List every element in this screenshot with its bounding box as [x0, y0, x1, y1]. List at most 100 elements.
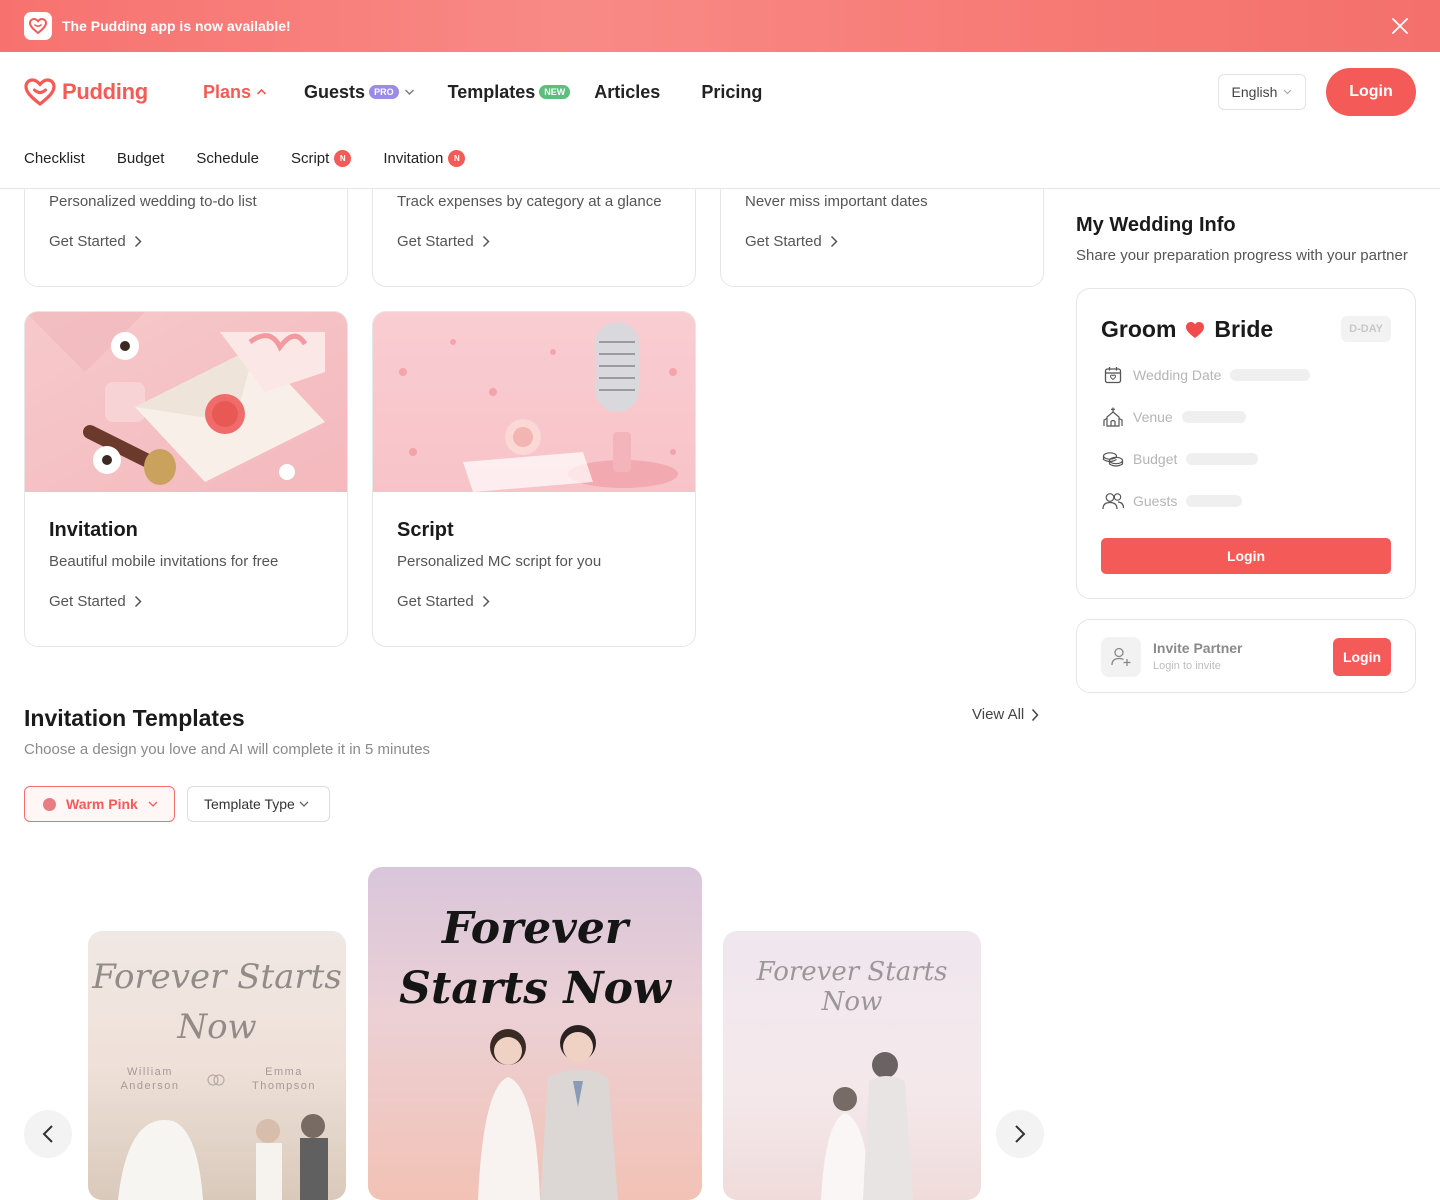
coins-icon: [1101, 447, 1125, 471]
invite-partner-label: Invite Partner: [1153, 640, 1243, 656]
template-type-dropdown[interactable]: Template Type: [187, 786, 330, 822]
wedding-date-label: Wedding Date: [1133, 367, 1222, 383]
invitation-envelope-image: [25, 312, 347, 492]
language-select[interactable]: English: [1218, 74, 1306, 110]
get-started-link[interactable]: Get Started: [745, 233, 838, 250]
template-title: Forever Starts Now: [756, 957, 948, 1017]
get-started-link[interactable]: Get Started: [397, 233, 490, 250]
bride-last-name: Thompson: [252, 1080, 316, 1092]
chapel-icon: [1101, 405, 1125, 429]
bride-first-name: Emma: [265, 1066, 303, 1078]
view-all-label: View All: [972, 706, 1025, 723]
get-started-link[interactable]: Get Started: [49, 233, 142, 250]
cta-label: Get Started: [49, 233, 126, 250]
close-icon[interactable]: [1388, 14, 1412, 38]
skeleton-placeholder: [1186, 495, 1243, 507]
get-started-link[interactable]: Get Started: [397, 593, 490, 610]
subnav-budget-label: Budget: [116, 150, 165, 167]
chevron-right-icon: [134, 595, 142, 608]
template-type-label: Template Type: [204, 796, 295, 812]
color-filter-label: Warm Pink: [66, 796, 138, 812]
chevron-right-icon: [830, 235, 838, 248]
template-card-featured[interactable]: Forever Starts Now: [368, 867, 702, 1200]
calendar-icon: [1101, 363, 1125, 387]
chevron-down-icon: [299, 801, 309, 807]
bride-name: Emma Thompson: [252, 1065, 316, 1093]
pro-badge: PRO: [369, 85, 399, 99]
chevron-down-icon: [148, 801, 158, 807]
nav-plans[interactable]: Plans: [203, 80, 267, 104]
cta-label: Get Started: [49, 593, 126, 610]
couple-names: Groom Bride: [1101, 316, 1273, 343]
dday-badge: D-DAY: [1341, 316, 1391, 342]
subnav-schedule[interactable]: Schedule: [196, 150, 259, 167]
cta-label: Get Started: [745, 233, 822, 250]
login-button[interactable]: Login: [1101, 538, 1391, 574]
brand-logo[interactable]: Pudding: [24, 78, 148, 106]
subnav-checklist[interactable]: Checklist: [24, 150, 85, 167]
chevron-right-icon: [1032, 708, 1039, 721]
brand-name: Pudding: [62, 79, 148, 104]
heart-logo-icon: [24, 78, 56, 106]
nav-pricing-label: Pricing: [701, 81, 763, 102]
template-card[interactable]: Forever Starts Now: [723, 931, 981, 1200]
chevron-right-icon: [482, 235, 490, 248]
budget-label: Budget: [1133, 451, 1178, 467]
carousel-prev-button[interactable]: [24, 1110, 72, 1158]
app-banner: The Pudding app is now available!: [0, 0, 1440, 52]
add-user-icon: [1101, 637, 1141, 677]
nav-articles[interactable]: Articles: [594, 80, 660, 104]
info-row-budget: Budget: [1101, 447, 1259, 471]
nav-templates[interactable]: Templates NEW: [448, 80, 571, 104]
new-badge: NEW: [539, 85, 571, 99]
template-card[interactable]: Forever Starts Now William Anderson Emma T…: [88, 931, 346, 1200]
groom-name: William Anderson: [120, 1065, 180, 1093]
pudding-logo-icon: [24, 12, 52, 40]
sub-nav: Checklist Budget Schedule Script N Invita…: [24, 150, 497, 167]
invite-hint: Login to invite: [1153, 660, 1221, 672]
nav-guests-label: Guests: [304, 81, 366, 102]
carousel-next-button[interactable]: [996, 1110, 1044, 1158]
bride-label: Bride: [1214, 316, 1274, 342]
login-button[interactable]: Login: [1326, 68, 1416, 116]
cta-label: Get Started: [397, 593, 474, 610]
subnav-script-label: Script: [290, 150, 330, 167]
section-title: Invitation Templates: [24, 705, 245, 731]
chevron-right-icon: [134, 235, 142, 248]
card-desc: Beautiful mobile invitations for free: [49, 553, 279, 570]
skeleton-placeholder: [1186, 453, 1259, 465]
skeleton-placeholder: [1181, 411, 1246, 423]
get-started-link[interactable]: Get Started: [49, 593, 142, 610]
chevron-down-icon: [404, 89, 414, 95]
section-subtitle: Choose a design you love and AI will com…: [24, 741, 431, 758]
nav-pricing[interactable]: Pricing: [701, 80, 762, 104]
feature-card-invitation[interactable]: Invitation Beautiful mobile invitations …: [24, 311, 348, 647]
invite-login-button[interactable]: Login: [1333, 638, 1391, 676]
view-all-link[interactable]: View All: [972, 706, 1039, 723]
new-dot-badge: N: [448, 150, 466, 167]
subnav-script[interactable]: Script N: [290, 150, 352, 167]
new-dot-badge: N: [334, 150, 352, 167]
color-filter-dropdown[interactable]: Warm Pink: [24, 786, 175, 822]
subnav-invitation[interactable]: Invitation N: [383, 150, 466, 167]
card-desc: Personalized wedding to-do list: [49, 193, 257, 210]
banner-text: The Pudding app is now available!: [62, 18, 291, 34]
wedding-info-title: My Wedding Info: [1076, 214, 1236, 236]
card-title: Invitation: [49, 519, 138, 541]
subnav-checklist-label: Checklist: [24, 150, 85, 167]
subnav-budget[interactable]: Budget: [117, 150, 165, 167]
nav-templates-label: Templates: [447, 81, 536, 102]
chevron-up-icon: [256, 88, 267, 95]
groom-first-name: William: [127, 1066, 173, 1078]
info-row-date: Wedding Date: [1101, 363, 1311, 387]
heart-icon: [1186, 321, 1205, 338]
feature-card-script[interactable]: Script Personalized MC script for you Ge…: [372, 311, 696, 647]
info-row-guests: Guests: [1101, 489, 1243, 513]
chevron-down-icon: [1284, 89, 1292, 95]
guests-label: Guests: [1133, 493, 1178, 509]
chevron-right-icon: [1015, 1125, 1026, 1143]
color-swatch: [43, 797, 56, 811]
card-desc: Never miss important dates: [745, 193, 928, 210]
venue-label: Venue: [1133, 409, 1173, 425]
nav-guests[interactable]: Guests PRO: [304, 80, 415, 104]
